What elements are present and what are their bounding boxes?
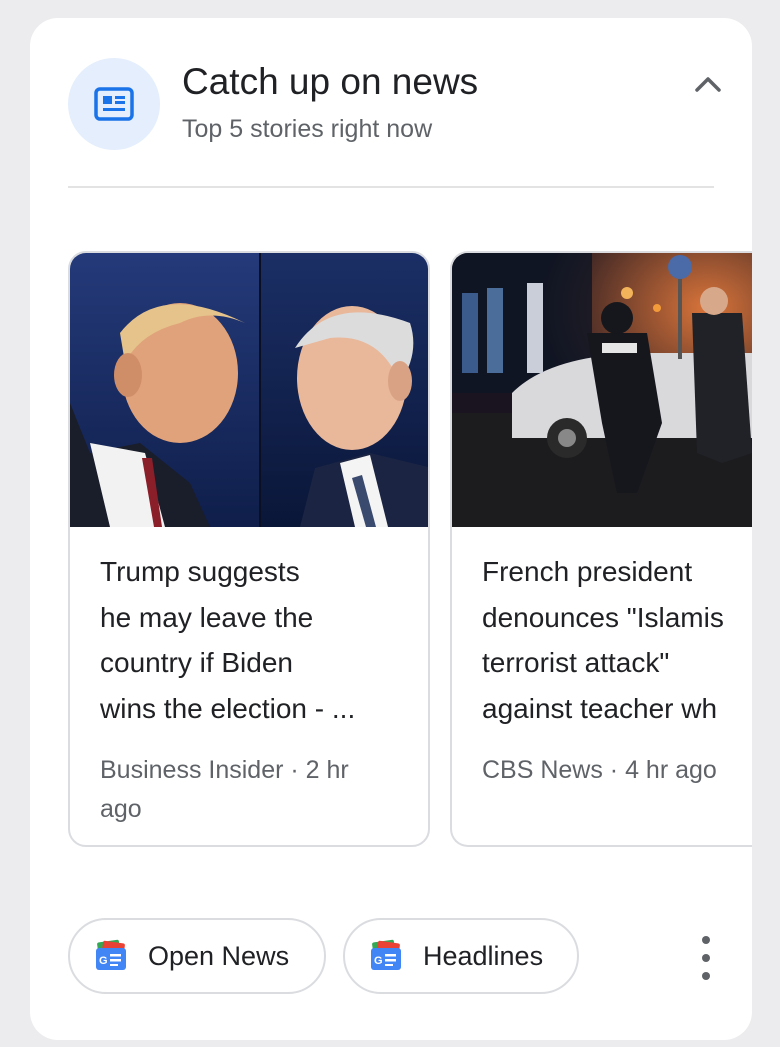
news-card: Catch up on news Top 5 stories right now (30, 18, 752, 1040)
svg-text:G: G (374, 955, 383, 967)
dot (702, 972, 710, 980)
headlines-button[interactable]: G Headlines (343, 918, 579, 994)
google-news-icon: G (96, 939, 126, 970)
story-image-debate (70, 253, 428, 527)
google-news-icon: G (371, 939, 401, 970)
story-headline: Trump suggests he may leave the country … (100, 556, 356, 724)
svg-text:G: G (99, 955, 108, 967)
story-meta: CBS News · 4 hr ago (482, 756, 717, 784)
open-news-button[interactable]: G Open News (68, 918, 326, 994)
dot (702, 954, 710, 962)
more-vert-icon[interactable] (692, 936, 720, 980)
collapse-button[interactable] (690, 66, 726, 102)
header-divider (68, 186, 714, 188)
story-card[interactable]: French president denounces "Islamis terr… (450, 251, 752, 847)
story-headline: French president denounces "Islamis terr… (482, 556, 724, 724)
card-title: Catch up on news (182, 61, 479, 102)
story-image-police-scene (452, 253, 752, 527)
headlines-label: Headlines (423, 940, 544, 971)
story-card[interactable]: Trump suggests he may leave the country … (68, 251, 430, 847)
story-meta: Business Insider · 2 hr ago (100, 756, 349, 823)
chevron-up-icon (695, 77, 721, 92)
newspaper-icon-container (68, 58, 160, 150)
dot (702, 936, 710, 944)
open-news-label: Open News (148, 940, 290, 971)
newspaper-icon (94, 87, 134, 121)
card-subtitle: Top 5 stories right now (182, 115, 433, 143)
